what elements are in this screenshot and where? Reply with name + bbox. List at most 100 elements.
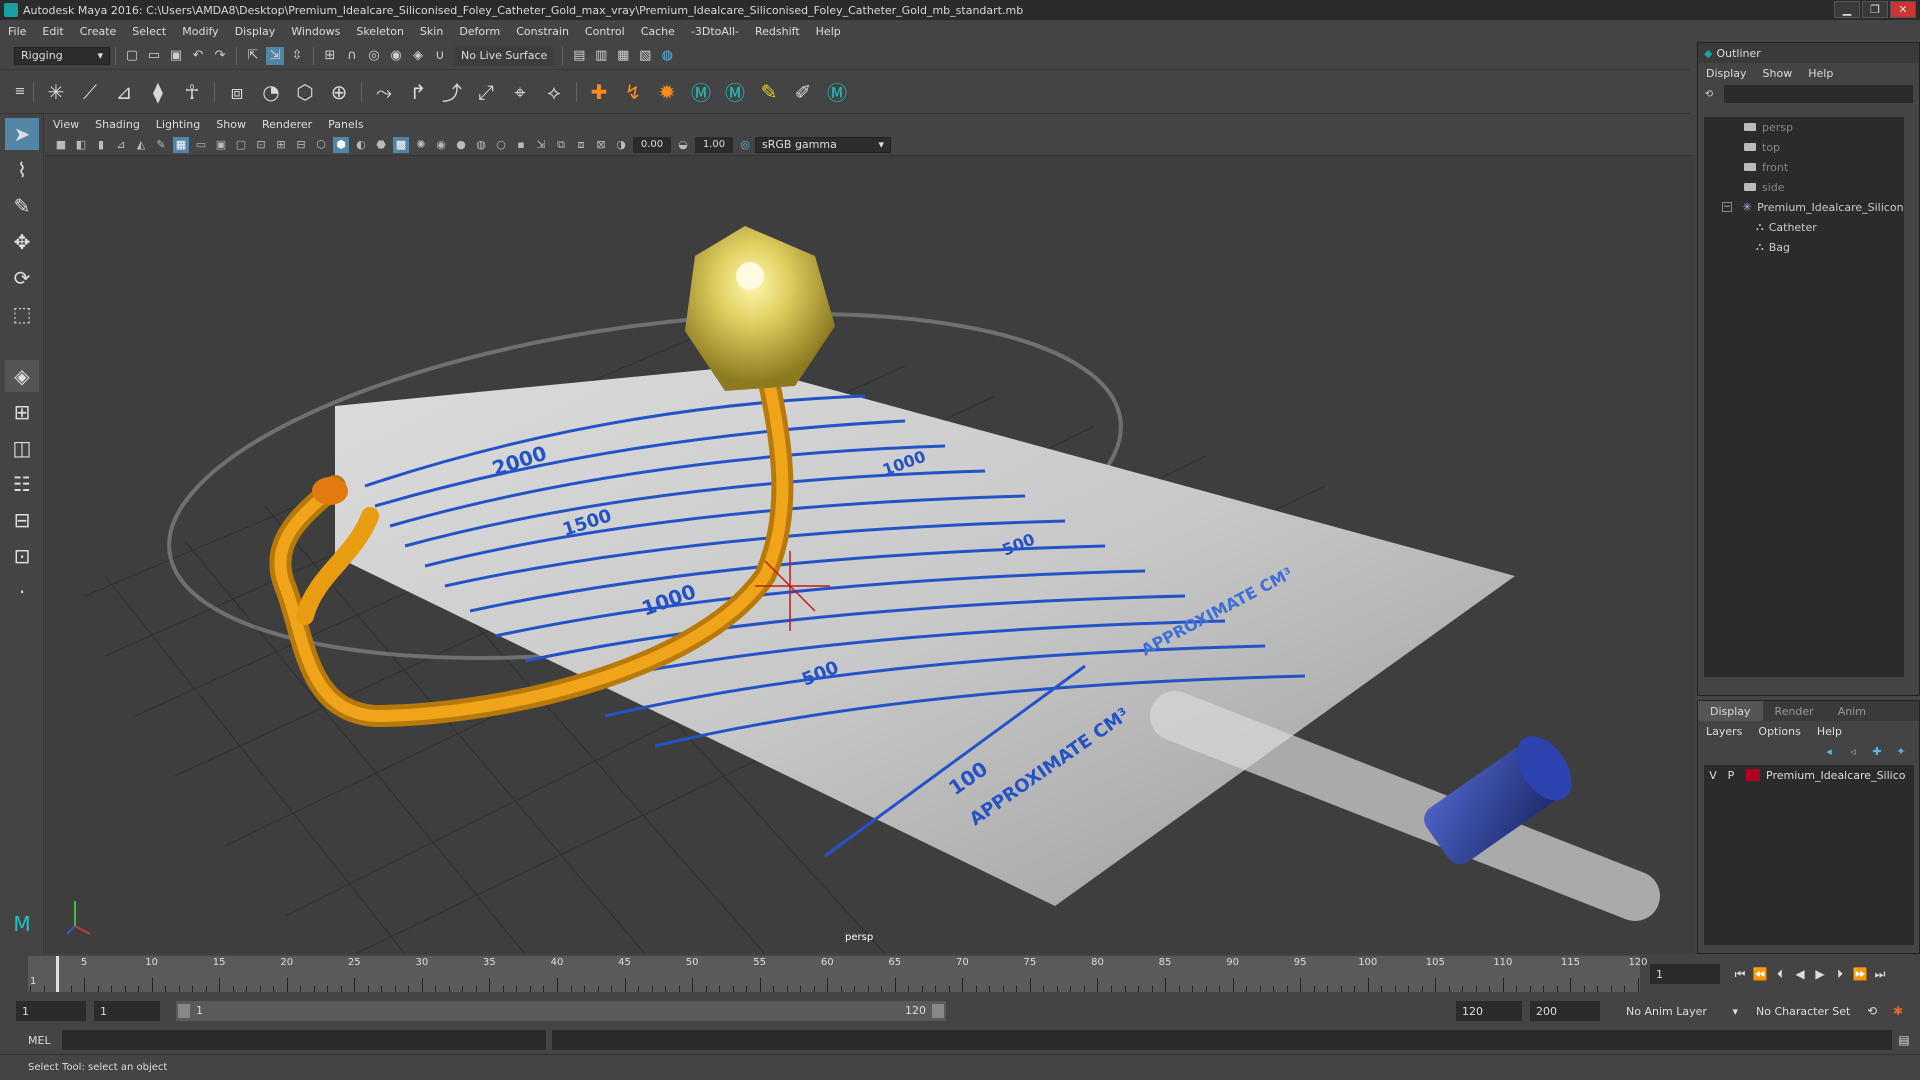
start-time-field[interactable]: 1 xyxy=(16,1001,86,1021)
layers-menu-layers[interactable]: Layers xyxy=(1698,725,1750,738)
outliner-search-input[interactable] xyxy=(1724,85,1913,103)
new-scene-icon[interactable]: ▢ xyxy=(123,47,141,65)
ik-spline-icon[interactable]: ⊿ xyxy=(109,77,139,107)
select-object-icon[interactable]: ⇲ xyxy=(266,46,284,65)
menu-cache[interactable]: Cache xyxy=(633,25,683,38)
layout-render-icon[interactable]: ⊡ xyxy=(5,540,39,572)
scale-tool-icon[interactable]: ⬚ xyxy=(5,298,39,330)
outliner-item[interactable]: persp xyxy=(1704,117,1904,137)
collapse-toggle-icon[interactable]: − xyxy=(1722,202,1732,212)
minimize-button[interactable]: ▁ xyxy=(1834,1,1860,18)
vp-menu-show[interactable]: Show xyxy=(208,118,254,131)
default-material-icon[interactable]: ◐ xyxy=(353,137,369,153)
menu-create[interactable]: Create xyxy=(72,25,125,38)
mirror-joint-icon[interactable]: ⧫ xyxy=(143,77,173,107)
layer-row[interactable]: V P Premium_Idealcare_Silico xyxy=(1704,765,1914,785)
humanik-icon[interactable]: ☥ xyxy=(177,77,207,107)
vp-menu-lighting[interactable]: Lighting xyxy=(148,118,208,131)
menu-select[interactable]: Select xyxy=(124,25,174,38)
paint-select-icon[interactable]: ✎ xyxy=(5,190,39,222)
menu-skeleton[interactable]: Skeleton xyxy=(348,25,412,38)
open-scene-icon[interactable]: ▭ xyxy=(145,47,163,65)
outliner-item[interactable]: ⛬ Bag xyxy=(1704,237,1904,257)
tab-render[interactable]: Render xyxy=(1763,701,1826,721)
motion-blur-icon[interactable]: ◍ xyxy=(473,137,489,153)
grease-pencil-icon[interactable]: ✎ xyxy=(153,137,169,153)
layout-single-icon[interactable]: ◈ xyxy=(5,360,39,392)
scale-constraint-icon[interactable]: ⤢ xyxy=(471,77,501,107)
range-track[interactable]: 1 120 xyxy=(176,1001,946,1021)
save-scene-icon[interactable]: ▣ xyxy=(167,47,185,65)
live-surface-field[interactable]: No Live Surface xyxy=(455,45,554,66)
outliner-item[interactable]: front xyxy=(1704,157,1904,177)
anti-aliasing-icon[interactable]: ○ xyxy=(493,137,509,153)
grid-icon[interactable]: ▦ xyxy=(173,136,189,153)
new-layer-from-selection-icon[interactable]: ✦ xyxy=(1893,743,1909,759)
layout-split-icon[interactable]: ◫ xyxy=(5,432,39,464)
layout-graph-icon[interactable]: ⊟ xyxy=(5,504,39,536)
xray-active-icon[interactable]: ⧈ xyxy=(573,137,589,153)
menu-skin[interactable]: Skin xyxy=(412,25,451,38)
snap-point-icon[interactable]: ◎ xyxy=(365,47,383,65)
anim-layer-selector[interactable]: No Anim Layer ▾ xyxy=(1620,1002,1744,1020)
mode-selector[interactable]: Rigging ▾ xyxy=(14,46,110,65)
move-layer-down-icon[interactable]: ◃ xyxy=(1845,743,1861,759)
step-back-key-icon[interactable]: ⏪ xyxy=(1750,964,1770,984)
playback-start-field[interactable]: 1 xyxy=(94,1001,160,1021)
2d-pan-icon[interactable]: ◭ xyxy=(133,137,149,153)
outliner-item[interactable]: − ✳ Premium_Idealcare_Silicon xyxy=(1704,197,1904,217)
viewport-panel[interactable]: View Shading Lighting Show Renderer Pane… xyxy=(45,114,1695,954)
rotate-tool-icon[interactable]: ⟳ xyxy=(5,262,39,294)
layout-custom-icon[interactable]: · xyxy=(5,576,39,608)
shelf-menu-icon[interactable]: ≡ xyxy=(14,83,26,101)
xray-icon[interactable]: ⧉ xyxy=(553,137,569,153)
field-chart-icon[interactable]: ⊡ xyxy=(253,137,269,153)
vp-menu-renderer[interactable]: Renderer xyxy=(254,118,320,131)
wireframe-icon[interactable]: ⬡ xyxy=(313,137,329,153)
end-time-field[interactable]: 200 xyxy=(1530,1001,1600,1021)
tab-anim[interactable]: Anim xyxy=(1826,701,1878,721)
shadows-icon[interactable]: ◉ xyxy=(433,137,449,153)
outliner-item[interactable]: ⛬ Catheter xyxy=(1704,217,1904,237)
menu-3dtoall[interactable]: -3DtoAll- xyxy=(683,25,747,38)
refresh-icon[interactable]: ⟲ xyxy=(1702,85,1716,103)
vp-menu-panels[interactable]: Panels xyxy=(320,118,371,131)
current-frame-field[interactable]: 1 xyxy=(1650,964,1720,984)
menu-file[interactable]: File xyxy=(0,25,34,38)
joint-tool-icon[interactable]: ✳ xyxy=(41,77,71,107)
exposure-field[interactable]: 0.00 xyxy=(633,136,671,153)
textured-icon[interactable]: ▩ xyxy=(393,136,409,153)
film-gate-icon[interactable]: ▭ xyxy=(193,137,209,153)
layer-playback-toggle[interactable]: P xyxy=(1722,769,1740,782)
move-layer-up-icon[interactable]: ◂ xyxy=(1821,743,1837,759)
color-management-icon[interactable]: ◎ xyxy=(737,137,753,153)
menu-edit[interactable]: Edit xyxy=(34,25,71,38)
menu-help[interactable]: Help xyxy=(808,25,849,38)
mel-label[interactable]: MEL xyxy=(28,1034,52,1047)
image-plane-icon[interactable]: ⊿ xyxy=(113,137,129,153)
layout-outliner-icon[interactable]: ☷ xyxy=(5,468,39,500)
paint-weights-icon[interactable]: ✎ xyxy=(754,77,784,107)
camera-attr-icon[interactable]: ◧ xyxy=(73,137,89,153)
range-start-handle[interactable] xyxy=(178,1004,190,1018)
smooth-shade-icon[interactable]: ⬢ xyxy=(333,136,349,153)
layers-menu-options[interactable]: Options xyxy=(1750,725,1808,738)
command-input[interactable] xyxy=(62,1030,546,1050)
render-frame-icon[interactable]: ▥ xyxy=(592,47,610,65)
script-editor-icon[interactable]: ▤ xyxy=(1894,1030,1914,1050)
play-forward-icon[interactable]: ▶ xyxy=(1810,964,1830,984)
step-forward-key-icon[interactable]: ⏩ xyxy=(1850,964,1870,984)
menu-modify[interactable]: Modify xyxy=(174,25,226,38)
menu-deform[interactable]: Deform xyxy=(451,25,508,38)
point-constraint-icon[interactable]: ⤳ xyxy=(369,77,399,107)
outliner-item[interactable]: top xyxy=(1704,137,1904,157)
outliner-menu-show[interactable]: Show xyxy=(1755,67,1801,80)
character-set-selector[interactable]: No Character Set xyxy=(1750,1002,1870,1020)
bookmark-icon[interactable]: ▮ xyxy=(93,137,109,153)
locator-icon[interactable]: ✚ xyxy=(584,77,614,107)
cluster-icon[interactable]: ⊕ xyxy=(324,77,354,107)
maya-script-3-icon[interactable]: Ⓜ xyxy=(822,77,852,107)
wireframe-on-shaded-icon[interactable]: ⬣ xyxy=(373,137,389,153)
snap-magnet-icon[interactable]: ∪ xyxy=(431,47,449,65)
ik-handle-icon[interactable]: ⟋ xyxy=(75,77,105,107)
